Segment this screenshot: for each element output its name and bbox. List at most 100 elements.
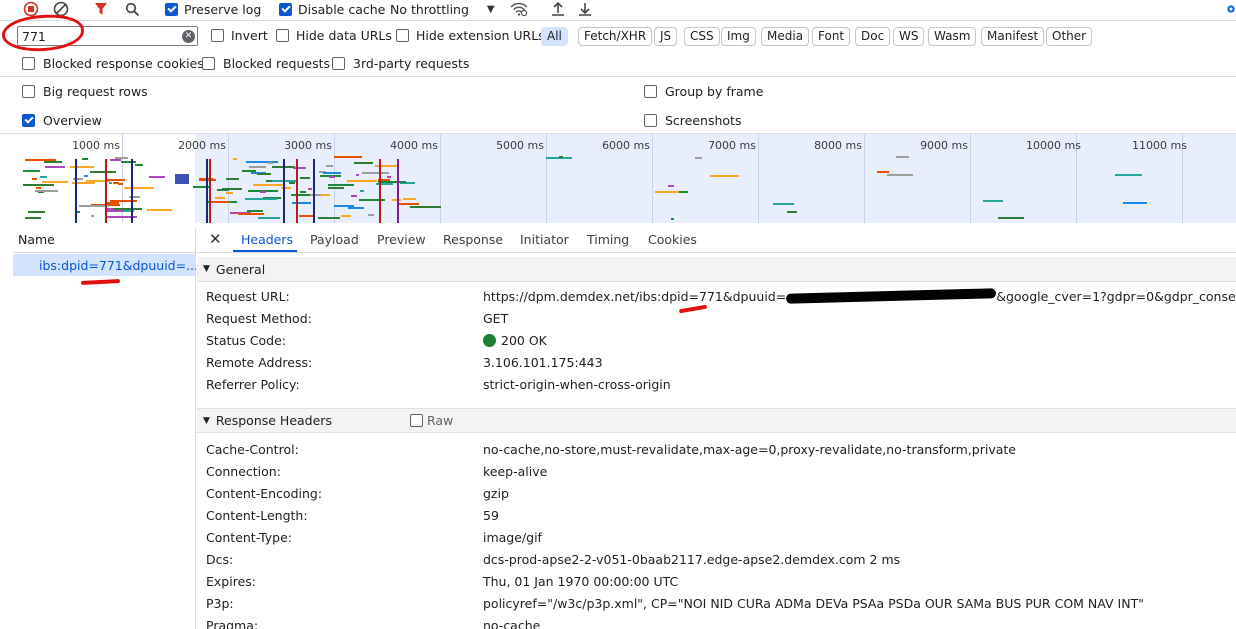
big-request-rows-checkbox[interactable]: Big request rows bbox=[22, 84, 148, 99]
group-by-frame-checkbox[interactable]: Group by frame bbox=[644, 84, 763, 99]
status-ok-icon bbox=[483, 334, 496, 347]
blocked-requests-checkbox[interactable]: Blocked requests bbox=[202, 56, 330, 71]
timeline-marker-line bbox=[283, 159, 285, 223]
timeline-request-bar bbox=[267, 162, 273, 165]
timeline-request-bar bbox=[113, 207, 142, 210]
tab-cookies[interactable]: Cookies bbox=[648, 232, 697, 247]
header-key: Dcs: bbox=[206, 552, 234, 567]
timeline-request-bar bbox=[109, 159, 122, 162]
header-key: Cache-Control: bbox=[206, 442, 299, 457]
raw-checkbox[interactable]: Raw bbox=[409, 413, 453, 428]
timeline-request-bar bbox=[215, 196, 226, 199]
type-filter-js[interactable]: JS bbox=[654, 27, 678, 46]
checkbox-checked-icon[interactable] bbox=[165, 2, 178, 16]
request-row[interactable]: ibs:dpid=771&dpuuid=... bbox=[13, 254, 196, 276]
type-filter-fetch-xhr[interactable]: Fetch/XHR bbox=[578, 27, 653, 46]
timeline-request-bar bbox=[149, 176, 166, 179]
filter-input[interactable] bbox=[22, 28, 172, 44]
header-value: gzip bbox=[483, 486, 509, 501]
timeline-tick-label: 4000 ms bbox=[390, 139, 438, 152]
checkbox-checked-icon[interactable] bbox=[279, 2, 292, 16]
timeline-request-bar bbox=[232, 157, 238, 160]
type-filter-all[interactable]: All bbox=[541, 27, 568, 46]
type-filter-wasm[interactable]: Wasm bbox=[928, 27, 977, 46]
invert-label: Invert bbox=[231, 28, 268, 43]
general-section-header[interactable]: ▼ General bbox=[197, 257, 1236, 282]
invert-checkbox[interactable]: Invert bbox=[211, 28, 268, 43]
timeline-request-bar bbox=[334, 205, 355, 208]
header-value: policyref="/w3c/p3p.xml", CP="NOI NID CU… bbox=[483, 596, 1144, 611]
header-key: Connection: bbox=[206, 464, 281, 479]
checkbox-unchecked-icon[interactable] bbox=[276, 29, 289, 42]
tab-initiator[interactable]: Initiator bbox=[520, 232, 569, 247]
checkbox-unchecked-icon[interactable] bbox=[202, 57, 215, 70]
third-party-checkbox[interactable]: 3rd-party requests bbox=[332, 56, 469, 71]
throttling-select[interactable]: No throttling ▼ bbox=[390, 0, 495, 18]
status-code-text: 200 OK bbox=[501, 333, 547, 348]
preserve-log-checkbox[interactable]: Preserve log bbox=[165, 0, 261, 18]
blocked-cookies-checkbox[interactable]: Blocked response cookies bbox=[22, 56, 204, 71]
hide-data-urls-checkbox[interactable]: Hide data URLs bbox=[276, 28, 392, 43]
timeline-request-bar bbox=[360, 190, 364, 193]
annotation-underline bbox=[678, 304, 708, 314]
type-filter-css[interactable]: CSS bbox=[684, 27, 720, 46]
settings-gear-icon[interactable] bbox=[1226, 0, 1236, 18]
filter-search-box[interactable]: ✕ bbox=[17, 26, 198, 46]
type-filter-ws[interactable]: WS bbox=[893, 27, 925, 46]
checkbox-unchecked-icon[interactable] bbox=[22, 57, 35, 70]
tab-timing[interactable]: Timing bbox=[587, 232, 629, 247]
overview-checkbox[interactable]: Overview bbox=[22, 113, 102, 128]
checkbox-checked-icon[interactable] bbox=[22, 114, 35, 127]
close-detail-icon[interactable]: ✕ bbox=[209, 230, 222, 248]
response-headers-section-header[interactable]: ▼ Response Headers Raw bbox=[197, 408, 1236, 433]
disable-cache-checkbox[interactable]: Disable cache bbox=[279, 0, 385, 18]
timeline-request-bar bbox=[333, 156, 363, 159]
timeline-request-bar bbox=[362, 171, 389, 174]
timeline-request-bar bbox=[559, 156, 563, 159]
checkbox-unchecked-icon[interactable] bbox=[332, 57, 345, 70]
search-icon[interactable] bbox=[123, 0, 141, 18]
filter-icon[interactable] bbox=[92, 0, 110, 18]
timeline-request-bar bbox=[386, 175, 391, 178]
header-key: P3p: bbox=[206, 596, 234, 611]
checkbox-unchecked-icon[interactable] bbox=[22, 85, 35, 98]
tab-response[interactable]: Response bbox=[443, 232, 503, 247]
filter-bar: ✕ Invert Hide data URLs Hide extension U… bbox=[0, 24, 1236, 48]
name-column-header[interactable]: Name bbox=[13, 228, 196, 253]
clear-icon[interactable] bbox=[52, 0, 70, 18]
timeline-request-bar bbox=[292, 202, 311, 205]
timeline-request-bar bbox=[787, 211, 797, 214]
timeline-request-bar bbox=[209, 200, 230, 203]
network-conditions-icon[interactable] bbox=[509, 0, 529, 18]
overview-label: Overview bbox=[43, 113, 102, 128]
type-filter-other[interactable]: Other bbox=[1046, 27, 1093, 46]
timeline-marker-line bbox=[209, 159, 211, 223]
timeline-request-bar bbox=[70, 165, 95, 168]
type-filter-manifest[interactable]: Manifest bbox=[981, 27, 1045, 46]
tab-preview[interactable]: Preview bbox=[377, 232, 426, 247]
hide-extension-urls-checkbox[interactable]: Hide extension URLs bbox=[396, 28, 545, 43]
timeline-request-bar bbox=[300, 191, 306, 194]
type-filter-doc[interactable]: Doc bbox=[855, 27, 891, 46]
checkbox-unchecked-icon[interactable] bbox=[211, 29, 224, 42]
screenshots-checkbox[interactable]: Screenshots bbox=[644, 113, 741, 128]
timeline-request-bar bbox=[34, 190, 58, 193]
checkbox-unchecked-icon[interactable] bbox=[644, 114, 657, 127]
stop-recording-icon[interactable] bbox=[22, 0, 40, 18]
timeline-request-bar bbox=[323, 171, 342, 174]
type-filter-font[interactable]: Font bbox=[812, 27, 851, 46]
checkbox-unchecked-icon[interactable] bbox=[396, 29, 409, 42]
tab-headers[interactable]: Headers bbox=[241, 232, 293, 247]
timeline-tick-label: 8000 ms bbox=[814, 139, 862, 152]
type-filter-media[interactable]: Media bbox=[761, 27, 810, 46]
import-har-icon[interactable] bbox=[550, 0, 566, 18]
timeline-overview[interactable]: 1000 ms 2000 ms 3000 ms 4000 ms 5000 ms 6000 … bbox=[13, 134, 1236, 223]
timeline-request-bar bbox=[253, 183, 283, 186]
export-har-icon[interactable] bbox=[577, 0, 593, 18]
checkbox-unchecked-icon[interactable] bbox=[644, 85, 657, 98]
timeline-grid-line bbox=[864, 134, 865, 223]
clear-filter-icon[interactable]: ✕ bbox=[182, 30, 195, 43]
checkbox-unchecked-icon[interactable] bbox=[409, 414, 423, 427]
tab-payload[interactable]: Payload bbox=[310, 232, 359, 247]
type-filter-img[interactable]: Img bbox=[721, 27, 756, 46]
